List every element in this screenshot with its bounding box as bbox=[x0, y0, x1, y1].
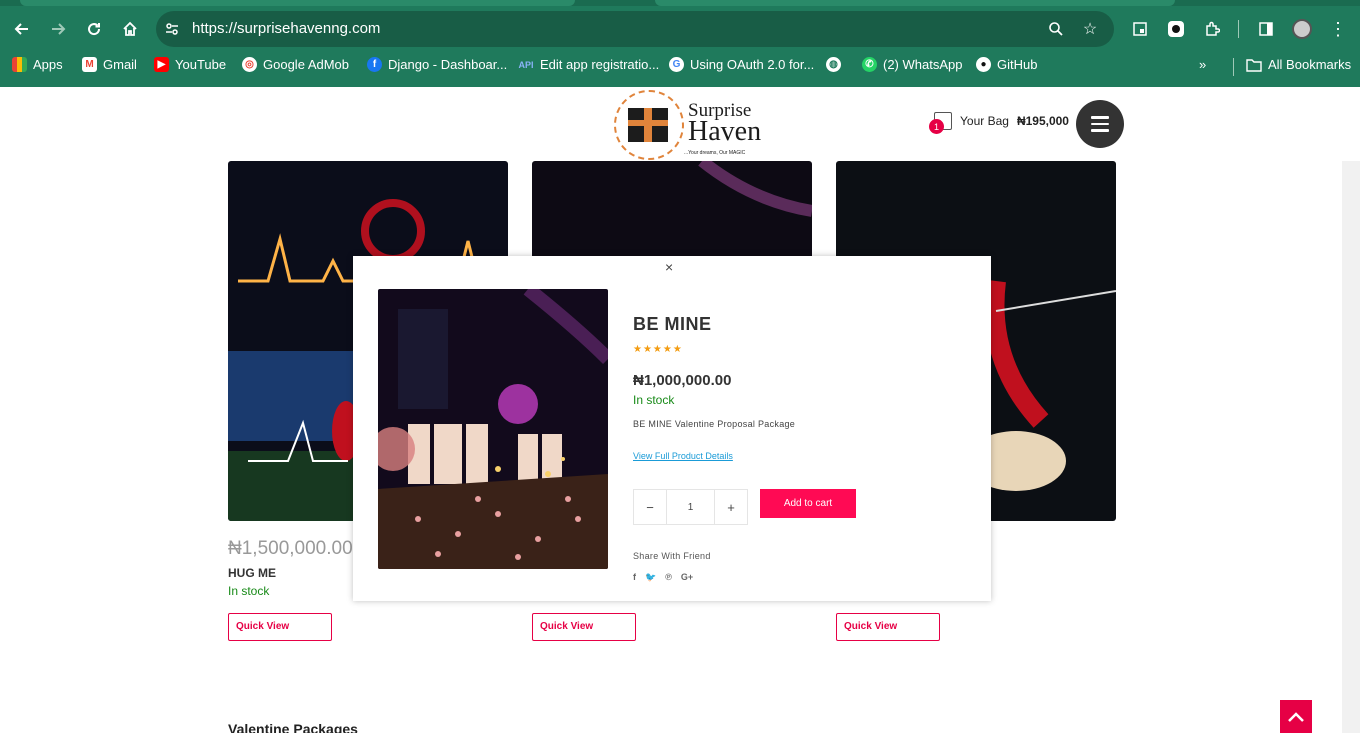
facebook-icon[interactable]: f bbox=[633, 572, 636, 583]
product-name[interactable]: HUG ME bbox=[228, 566, 276, 580]
bookmark-label: (2) WhatsApp bbox=[883, 57, 963, 72]
bag-count-badge: 1 bbox=[929, 119, 944, 134]
logo-tagline: ...Your dreams, Our MAGIC bbox=[684, 150, 746, 156]
add-to-cart-button[interactable]: Add to cart bbox=[760, 489, 856, 518]
gmail-icon: M bbox=[82, 57, 97, 72]
back-arrow-icon[interactable] bbox=[7, 14, 37, 44]
modal-product-price: ₦1,000,000.00 bbox=[633, 372, 732, 389]
tab-inactive[interactable] bbox=[20, 0, 575, 6]
page-scrollbar[interactable] bbox=[1342, 161, 1360, 733]
site-settings-icon[interactable] bbox=[162, 19, 182, 39]
bookmarks-overflow-icon[interactable]: » bbox=[1199, 57, 1206, 72]
home-icon[interactable] bbox=[115, 14, 145, 44]
section-heading: Valentine Packages bbox=[228, 721, 358, 733]
url-text[interactable]: https://surprisehavenng.com bbox=[192, 20, 380, 37]
address-bar[interactable]: https://surprisehavenng.com ☆ bbox=[156, 11, 1114, 47]
bookmark-edit-app[interactable]: API Edit app registratio... bbox=[518, 57, 659, 72]
apps-grid-icon bbox=[12, 57, 27, 72]
rating-stars-icon: ★★★★★ bbox=[633, 344, 683, 355]
increase-quantity-button[interactable]: + bbox=[715, 490, 747, 524]
admob-icon: ◎ bbox=[242, 57, 257, 72]
bookmark-label: Gmail bbox=[103, 57, 137, 72]
bookmark-star-icon[interactable]: ☆ bbox=[1080, 19, 1100, 39]
zoom-icon[interactable] bbox=[1046, 19, 1066, 39]
bookmark-label: Apps bbox=[33, 57, 63, 72]
modal-product-title: BE MINE bbox=[633, 314, 712, 334]
side-panel-icon[interactable] bbox=[1251, 14, 1281, 44]
twitter-icon[interactable]: 🐦 bbox=[645, 572, 656, 583]
toolbar-divider bbox=[1238, 20, 1239, 38]
bag-total: ₦195,000 bbox=[1016, 114, 1069, 128]
bookmark-gmail[interactable]: M Gmail bbox=[82, 57, 137, 72]
modal-product-description: BE MINE Valentine Proposal Package bbox=[633, 419, 796, 429]
google-plus-icon[interactable]: G+ bbox=[681, 572, 693, 583]
shopping-bag[interactable]: 1 Your Bag ₦195,000 bbox=[929, 112, 1069, 134]
bookmark-label: Edit app registratio... bbox=[540, 57, 660, 72]
product-stock: In stock bbox=[228, 584, 270, 598]
bookmark-globe[interactable]: ◍ bbox=[826, 57, 841, 72]
modal-stock-status: In stock bbox=[633, 393, 675, 407]
bookmark-label: YouTube bbox=[175, 57, 227, 72]
web-page: Surprise Haven ...Your dreams, Our MAGIC… bbox=[0, 87, 1360, 733]
share-icons: f 🐦 ℗ G+ bbox=[633, 572, 693, 583]
hamburger-menu-button[interactable] bbox=[1076, 100, 1124, 148]
api-icon: API bbox=[518, 59, 534, 70]
bag-icon: 1 bbox=[929, 112, 952, 134]
tab-inactive[interactable] bbox=[655, 0, 1175, 6]
view-details-link[interactable]: View Full Product Details bbox=[633, 451, 733, 461]
bookmark-label: Google AdMob bbox=[263, 57, 350, 72]
forward-arrow-icon[interactable] bbox=[43, 14, 73, 44]
tab-search-icon[interactable] bbox=[1125, 14, 1155, 44]
reload-icon[interactable] bbox=[79, 14, 109, 44]
modal-product-image bbox=[378, 289, 608, 569]
chevron-up-icon bbox=[1288, 711, 1304, 722]
all-bookmarks-label: All Bookmarks bbox=[1268, 57, 1352, 72]
decrease-quantity-button[interactable]: − bbox=[634, 490, 666, 524]
bookmarks-bar: Apps M Gmail ▶ YouTube ◎ Google AdMob f … bbox=[0, 54, 1360, 80]
bookmark-django[interactable]: f Django - Dashboar... bbox=[367, 57, 507, 72]
bookmark-github[interactable]: ● GitHub bbox=[976, 57, 1037, 72]
bookmark-oauth[interactable]: G Using OAuth 2.0 for... bbox=[669, 57, 814, 72]
logo-text-main: Haven bbox=[688, 116, 762, 147]
bookmark-whatsapp[interactable]: ✆ (2) WhatsApp bbox=[862, 57, 962, 72]
quantity-input[interactable]: 1 bbox=[666, 490, 715, 524]
pinterest-icon[interactable]: ℗ bbox=[665, 572, 672, 583]
folder-icon bbox=[1246, 58, 1262, 72]
gift-icon bbox=[628, 108, 668, 142]
facebook-icon: f bbox=[367, 57, 382, 72]
site-header: Surprise Haven ...Your dreams, Our MAGIC… bbox=[0, 87, 1342, 161]
bookmark-admob[interactable]: ◎ Google AdMob bbox=[242, 57, 349, 72]
extensions-puzzle-icon[interactable] bbox=[1197, 14, 1227, 44]
back-to-top-button[interactable] bbox=[1280, 700, 1312, 733]
extension-icon[interactable] bbox=[1161, 14, 1191, 44]
bookmark-label: GitHub bbox=[997, 57, 1038, 72]
quick-view-button[interactable]: Quick View bbox=[532, 613, 636, 641]
profile-avatar[interactable] bbox=[1287, 14, 1317, 44]
youtube-icon: ▶ bbox=[154, 57, 169, 72]
bookmark-label: Django - Dashboar... bbox=[388, 57, 508, 72]
bookmark-youtube[interactable]: ▶ YouTube bbox=[154, 57, 226, 72]
whatsapp-icon: ✆ bbox=[862, 57, 877, 72]
bookmarks-divider bbox=[1233, 58, 1234, 76]
quick-view-modal: × BE MINE ★★★★★ ₦1,000,000.00 In stock B… bbox=[353, 256, 991, 601]
close-icon[interactable]: × bbox=[665, 259, 673, 275]
quantity-stepper: − 1 + bbox=[633, 489, 748, 525]
bookmark-label: Using OAuth 2.0 for... bbox=[690, 57, 815, 72]
quick-view-button[interactable]: Quick View bbox=[228, 613, 332, 641]
quick-view-button[interactable]: Quick View bbox=[836, 613, 940, 641]
product-price: ₦1,500,000.00 bbox=[228, 538, 353, 559]
globe-icon: ◍ bbox=[826, 57, 841, 72]
navigation-toolbar: https://surprisehavenng.com ☆ ⋮ bbox=[0, 8, 1360, 50]
bag-label: Your Bag bbox=[960, 114, 1009, 128]
bookmark-apps[interactable]: Apps bbox=[12, 57, 63, 72]
github-icon: ● bbox=[976, 57, 991, 72]
all-bookmarks[interactable]: All Bookmarks bbox=[1246, 57, 1351, 72]
more-menu-icon[interactable]: ⋮ bbox=[1323, 14, 1353, 44]
browser-chrome: https://surprisehavenng.com ☆ ⋮ Apps M G… bbox=[0, 0, 1360, 87]
site-logo[interactable]: Surprise Haven ...Your dreams, Our MAGIC bbox=[614, 88, 784, 160]
share-label: Share With Friend bbox=[633, 551, 711, 561]
google-icon: G bbox=[669, 57, 684, 72]
